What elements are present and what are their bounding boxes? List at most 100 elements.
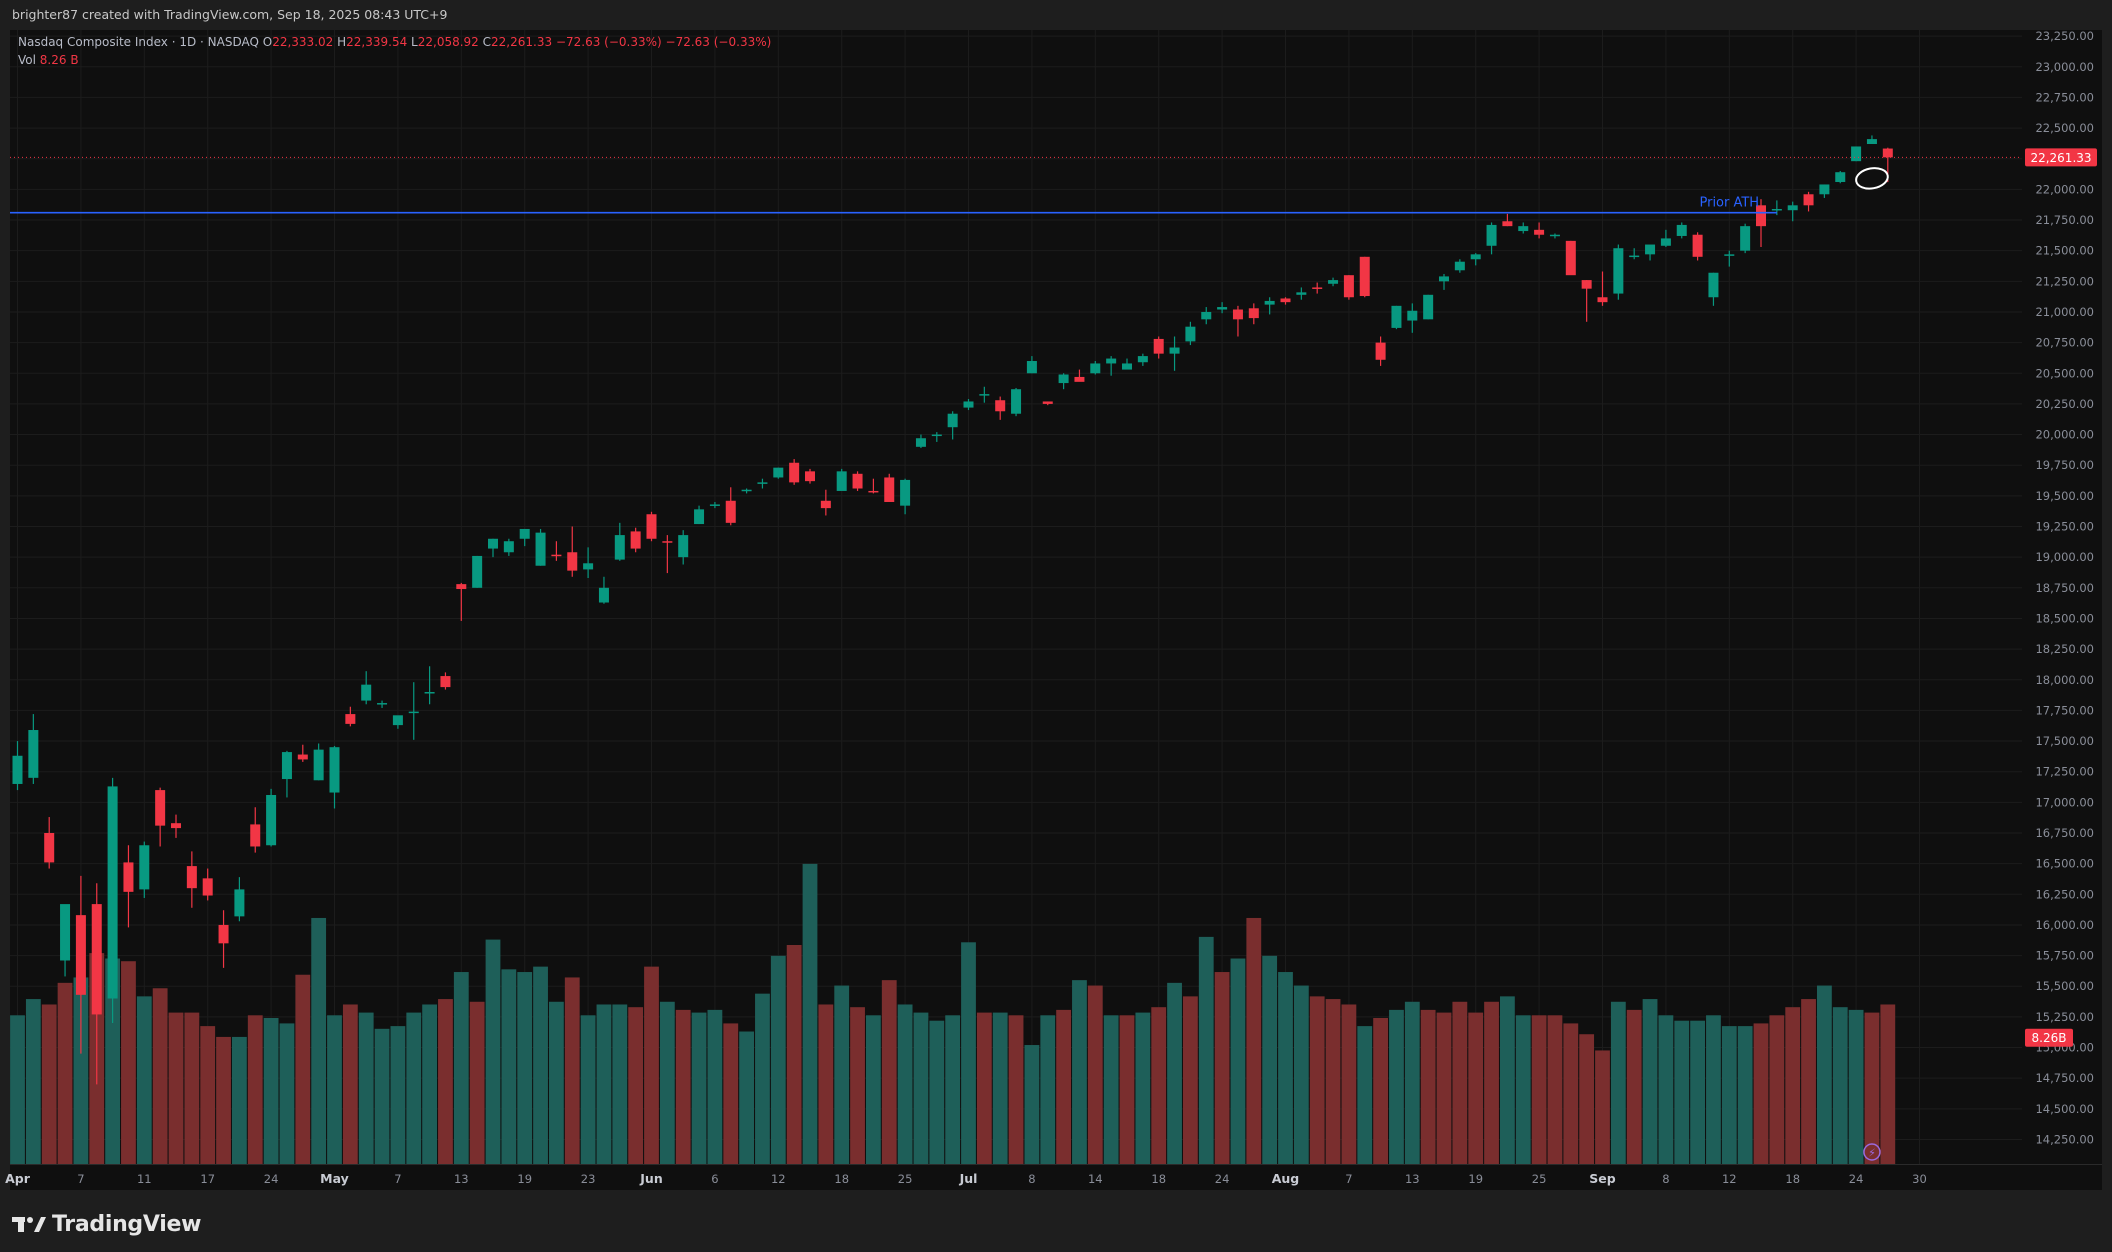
volume-bar [1119, 1015, 1135, 1164]
volume-bar [1151, 1007, 1167, 1164]
volume-bar [945, 1015, 961, 1164]
candle-body [186, 866, 197, 889]
price-tick-label: 18,750.00 [2035, 581, 2094, 595]
high-value: 22,339.54 [346, 35, 408, 49]
volume-bar [1452, 1001, 1468, 1164]
volume-bar [232, 1036, 247, 1164]
volume-bar [913, 1012, 929, 1164]
annotation-label: Prior ATH [1699, 196, 1759, 211]
volume-bar [1500, 996, 1515, 1164]
price-tick-label: 17,250.00 [2035, 765, 2094, 779]
candle-body [1454, 261, 1465, 271]
candle-body [1645, 244, 1656, 255]
candle-body [1042, 401, 1053, 404]
candle-body [1851, 146, 1862, 162]
price-tick-label: 18,250.00 [2035, 642, 2094, 656]
candle-body [535, 532, 546, 566]
candle-body [1882, 148, 1893, 158]
volume-bar [1230, 958, 1246, 1164]
candle-body [456, 584, 467, 590]
candle-body [281, 752, 292, 780]
volume-bar [1531, 1015, 1547, 1164]
candle-body [1058, 374, 1069, 384]
volume-bar [406, 1012, 422, 1164]
candle-body [107, 786, 118, 999]
candle-body [329, 747, 340, 793]
volume-bar [1468, 1012, 1484, 1164]
candle-body [1423, 294, 1434, 320]
candle-body [1343, 275, 1354, 298]
volume-bar [1563, 1023, 1579, 1164]
volume-label[interactable]: Vol [18, 53, 36, 67]
candle-body [900, 479, 911, 506]
volume-bar [200, 1026, 216, 1164]
volume-bar [1706, 1015, 1721, 1164]
volume-bar [549, 1001, 564, 1164]
candle-body [1629, 255, 1640, 258]
candle-body [694, 509, 705, 525]
symbol-name[interactable]: Nasdaq Composite Index · 1D · NASDAQ [18, 35, 259, 49]
candle-body [392, 715, 403, 726]
volume-bar [1040, 1015, 1056, 1164]
price-tick-label: 18,000.00 [2035, 673, 2094, 687]
price-tick-label: 14,250.00 [2035, 1132, 2094, 1146]
volume-bar [1357, 1026, 1373, 1164]
volume-bar [469, 1001, 485, 1164]
candle-body [1312, 287, 1323, 289]
volume-bar [1737, 1026, 1753, 1164]
volume-bar [453, 972, 469, 1164]
volume-bar [1515, 1015, 1531, 1164]
candle-body [1232, 309, 1243, 320]
volume-bar [1293, 985, 1309, 1164]
time-tick-label: 8 [1028, 1172, 1035, 1186]
candle-body [1740, 226, 1751, 251]
candle-body [836, 471, 847, 491]
candle-body [1217, 307, 1228, 310]
candle-body [1518, 226, 1529, 232]
volume-bar [1278, 972, 1293, 1164]
change-value: −72.63 (−0.33%) [555, 35, 662, 49]
candle-body [963, 401, 974, 408]
time-tick-label: 24 [1849, 1172, 1864, 1186]
time-tick-label: 24 [264, 1172, 279, 1186]
candle-body [915, 438, 926, 447]
candle-body [44, 832, 55, 863]
volume-bar [41, 1004, 57, 1164]
tradingview-logo[interactable]: TradingView [12, 1210, 201, 1238]
candle-body [1264, 300, 1275, 305]
open-label: O [262, 35, 273, 49]
price-tick-label: 15,250.00 [2035, 1010, 2094, 1024]
price-axis[interactable]: 23,250.00 23,000.00 22,750.00 22,500.00 22,2… [2022, 29, 2102, 1164]
last-price-label: 22,261.33 [2030, 151, 2091, 165]
candle-body [1597, 297, 1608, 303]
candle-body [1106, 358, 1117, 364]
time-axis[interactable]: Apr 7 11 17 24 May 7 13 19 23 Jun 6 12 18 25 Jul 8 14 18 24… [5, 1164, 2102, 1190]
candle-body [408, 711, 419, 714]
candle-body [1724, 254, 1735, 256]
volume-bar [850, 1007, 865, 1164]
candle-body [1613, 248, 1624, 294]
price-tick-label: 15,750.00 [2035, 949, 2094, 963]
candle-body [773, 467, 784, 478]
volume-bar [1658, 1015, 1674, 1164]
price-chart[interactable]: Prior ATH ⚡ 23,250.00 23,000.00 22,750.00 22… [0, 0, 2112, 1196]
price-tick-label: 20,500.00 [2035, 366, 2094, 380]
candle-body [1502, 221, 1513, 227]
time-tick-label: 18 [834, 1172, 849, 1186]
price-tick-label: 18,500.00 [2035, 611, 2094, 625]
candle-body [1549, 234, 1560, 237]
volume-bar [1690, 1020, 1705, 1164]
volume-bar [580, 1015, 596, 1164]
volume-bar [422, 1004, 437, 1164]
candle-body [171, 823, 181, 829]
time-tick-label: 23 [581, 1172, 596, 1186]
volume-bar [976, 1012, 992, 1164]
volume-bar [438, 999, 453, 1164]
volume-bar [279, 1023, 295, 1164]
candle-body [1248, 308, 1259, 319]
price-tick-label: 20,750.00 [2035, 336, 2094, 350]
volume-bar [57, 982, 73, 1164]
time-tick-label: Sep [1589, 1171, 1615, 1186]
time-tick-label: 19 [517, 1172, 532, 1186]
volume-bar [152, 988, 168, 1164]
